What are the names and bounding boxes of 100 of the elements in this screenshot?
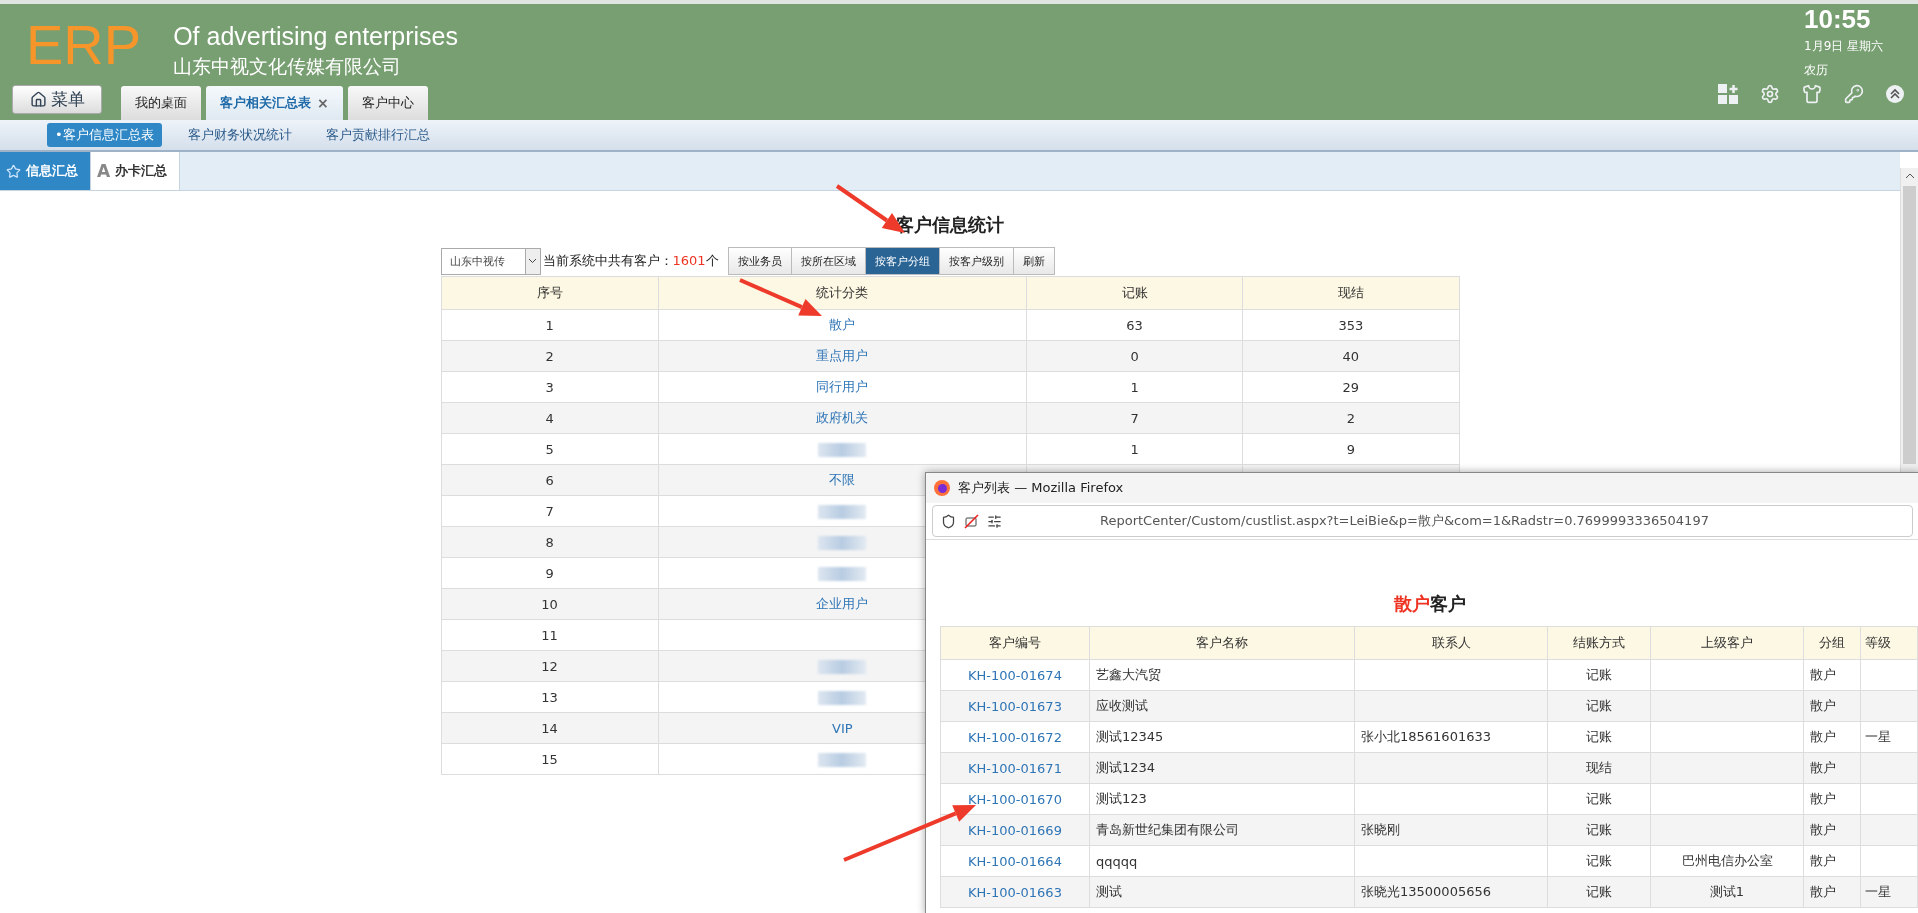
side-tab[interactable]: A 办卡汇总 (91, 152, 181, 190)
table-cell: 2 (1242, 402, 1459, 434)
table-cell: 63 (1026, 309, 1243, 341)
table-cell: 一星 (1860, 876, 1918, 908)
table-cell: 7 (441, 495, 659, 527)
table-cell: 1 (1026, 433, 1243, 465)
table-cell: 散户 (1803, 814, 1861, 846)
group-by-button[interactable]: 刷新 (1012, 247, 1055, 275)
table-cell: 艺鑫大汽贸 (1089, 659, 1355, 691)
column-header: 客户名称 (1089, 626, 1355, 660)
page-tab[interactable]: 客户相关汇总表 × (206, 86, 343, 120)
table-cell: 3 (441, 371, 659, 403)
table-cell: 11 (441, 619, 659, 651)
table-cell: 353 (1242, 309, 1459, 341)
category-link[interactable]: 同行用户 (816, 379, 869, 394)
list-heading: 散户客户 (1392, 592, 1467, 616)
category-link[interactable]: 重点用户 (816, 348, 869, 363)
column-header: 等级 (1860, 626, 1918, 660)
side-tab[interactable]: 信息汇总 (0, 152, 91, 190)
table-cell: 记账 (1547, 845, 1651, 877)
column-header: 现结 (1242, 276, 1459, 310)
category-link[interactable]: VIP (832, 720, 853, 736)
star-icon (6, 163, 21, 179)
dropdown-icon (528, 258, 537, 264)
group-by-button[interactable]: 按业务员 (727, 247, 792, 275)
subnav-item[interactable]: 客户贡献排行汇总 (317, 123, 438, 147)
table-cell: 测试12345 (1089, 721, 1355, 753)
column-header: 联系人 (1354, 626, 1548, 660)
settings-icon[interactable] (1760, 84, 1780, 104)
table-cell: 张晓刚 (1354, 814, 1548, 846)
company-name: 山东中视文化传媒有限公司 (173, 54, 403, 79)
table-cell: 张晓光13500005656 (1354, 876, 1548, 908)
column-header: 统计分类 (658, 276, 1027, 310)
table-cell: 测试123 (1089, 783, 1355, 815)
table-cell: 29 (1242, 371, 1459, 403)
page-tab[interactable]: 客户中心 (347, 86, 428, 120)
category-link[interactable]: 政府机关 (816, 410, 869, 425)
table-cell: qqqqq (1089, 845, 1355, 877)
table-cell: 测试1 (1650, 876, 1804, 908)
column-header: 记账 (1026, 276, 1243, 310)
table-cell: 散户 (1803, 876, 1861, 908)
add-widget-icon[interactable] (1718, 84, 1738, 104)
close-icon[interactable]: × (317, 95, 329, 111)
table-cell: 13 (441, 681, 659, 713)
table-cell: 5 (441, 433, 659, 465)
company-select[interactable]: 山东中视传 (440, 247, 541, 275)
table-cell: 4 (441, 402, 659, 434)
table-cell: 现结 (1547, 752, 1651, 784)
column-header: 上级客户 (1650, 626, 1804, 660)
table-cell: 记账 (1547, 876, 1651, 908)
shirt-icon[interactable] (1802, 84, 1822, 104)
column-header: 客户编号 (940, 626, 1090, 660)
table-cell: 散户 (1803, 845, 1861, 877)
table-cell: 12 (441, 650, 659, 682)
subnav-item[interactable]: 客户财务状况统计 (179, 123, 300, 147)
erp-logo: ERP (26, 14, 142, 76)
subnav-item[interactable]: •客户信息汇总表 (47, 123, 162, 147)
group-by-button[interactable]: 按客户分组 (864, 247, 940, 275)
shield-icon[interactable] (941, 513, 956, 529)
sliders-icon[interactable] (987, 513, 1002, 529)
table-cell: 10 (441, 588, 659, 620)
table-cell: 9 (441, 557, 659, 589)
key-icon[interactable] (1844, 84, 1864, 104)
date-text: 1月9日 星期六 (1804, 38, 1885, 55)
url-text: ReportCenter/Custom/custlist.aspx?t=LeiBie&p=散户&com=1&Radstr=0.7699993336504197 (1100, 512, 1709, 530)
table-cell: 散户 (1803, 659, 1861, 691)
window-title: 客户列表 — Mozilla Firefox (958, 479, 1124, 497)
collapse-icon[interactable] (1886, 85, 1904, 103)
table-cell: 2 (441, 340, 659, 372)
column-header: 分组 (1803, 626, 1861, 660)
table-cell: 1 (441, 309, 659, 341)
page-tab[interactable]: 我的桌面 (121, 86, 201, 120)
table-cell: 40 (1242, 340, 1459, 372)
group-by-button[interactable]: 按客户级别 (938, 247, 1014, 275)
table-cell: 测试1234 (1089, 752, 1355, 784)
table-cell: 散户 (1803, 752, 1861, 784)
lunar-text: 农历 (1804, 62, 1829, 79)
table-cell: 散户 (1803, 690, 1861, 722)
table-cell: 青岛新世纪集团有限公司 (1089, 814, 1355, 846)
table-cell: 7 (1026, 402, 1243, 434)
address-bar[interactable]: ReportCenter/Custom/custlist.aspx?t=LeiBie&p=散户&com=1&Radstr=0.7699993336504197 (932, 505, 1913, 537)
category-link[interactable]: 散户 (829, 317, 856, 332)
table-cell: 记账 (1547, 721, 1651, 753)
table-cell: 0 (1026, 340, 1243, 372)
menu-button[interactable]: 菜单 (12, 85, 102, 114)
table-cell: 巴州电信办公室 (1650, 845, 1804, 877)
table-cell: 记账 (1547, 814, 1651, 846)
category-link[interactable]: 企业用户 (816, 596, 869, 611)
table-cell: 8 (441, 526, 659, 558)
table-cell: 记账 (1547, 690, 1651, 722)
table-cell: 记账 (1547, 783, 1651, 815)
scroll-up-icon[interactable] (1904, 172, 1915, 180)
group-by-button[interactable]: 按所在区域 (790, 247, 866, 275)
column-header: 结账方式 (1547, 626, 1651, 660)
table-cell: 9 (1242, 433, 1459, 465)
table-cell: 6 (441, 464, 659, 496)
category-link[interactable]: 不限 (829, 472, 856, 487)
permission-blocked-icon[interactable] (964, 513, 979, 529)
table-cell: 一星 (1860, 721, 1918, 753)
table-cell: 记账 (1547, 659, 1651, 691)
